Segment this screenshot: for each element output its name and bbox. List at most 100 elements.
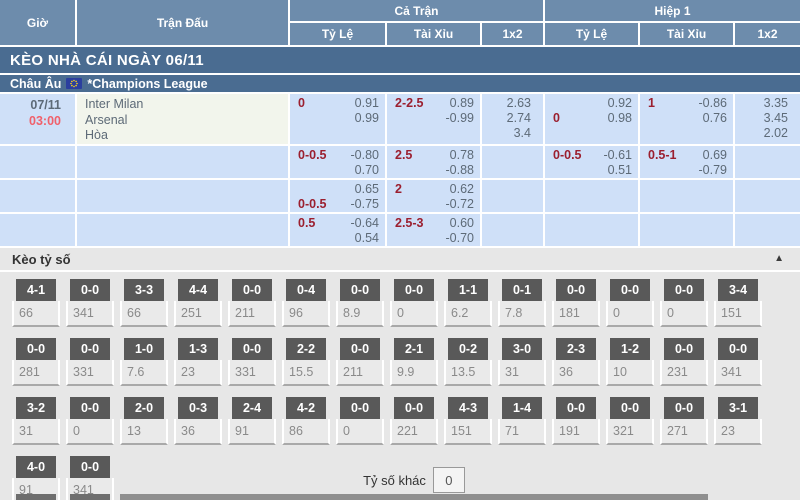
h1-1x2-cell[interactable]: 3.353.452.02 xyxy=(735,94,800,144)
score-label: 0-0 xyxy=(394,279,434,301)
score-box[interactable]: 3-231 xyxy=(12,397,60,445)
score-label: 4-1 xyxy=(16,279,56,301)
score-box[interactable]: 2-491 xyxy=(228,397,276,445)
score-label: 3-1 xyxy=(718,397,758,419)
score-label: 4-2 xyxy=(286,397,326,419)
score-box[interactable]: 3-123 xyxy=(714,397,762,445)
score-odds: 281 xyxy=(12,360,60,386)
col-header-full-time: Cả Trận xyxy=(290,0,543,21)
odds-value: 0.51 xyxy=(608,163,632,178)
league-bar[interactable]: Châu Âu *Champions League xyxy=(0,75,800,92)
score-odds: 9.9 xyxy=(390,360,438,386)
score-label: 2-3 xyxy=(556,338,596,360)
team-name: Inter Milan xyxy=(85,97,288,113)
score-box[interactable]: 3-366 xyxy=(120,279,168,327)
score-box[interactable]: 1-471 xyxy=(498,397,546,445)
score-box[interactable]: 0-00 xyxy=(336,397,384,445)
score-box[interactable]: 1-16.2 xyxy=(444,279,492,327)
score-box[interactable]: 0-0191 xyxy=(552,397,600,445)
ft-over-under-cell[interactable]: 2-2.50.89-0.99 xyxy=(387,94,480,144)
h1-handicap-cell[interactable]: 0.9200.98 xyxy=(545,94,638,144)
score-box[interactable]: 0-00 xyxy=(606,279,654,327)
score-row: 4-1660-03413-3664-42510-02110-4960-08.90… xyxy=(12,279,800,327)
h1-over-under-cell[interactable]: 0.5-10.69-0.79 xyxy=(640,146,733,178)
score-box[interactable]: 0-0221 xyxy=(390,397,438,445)
score-box[interactable]: 2-013 xyxy=(120,397,168,445)
score-box[interactable]: 0-0271 xyxy=(660,397,708,445)
score-label: 1-1 xyxy=(448,279,488,301)
score-box[interactable]: 0-0281 xyxy=(12,338,60,386)
score-box[interactable]: 0-00 xyxy=(660,279,708,327)
ft-1x2-cell[interactable]: 2.632.743.4 xyxy=(482,94,543,144)
score-box[interactable]: 1-07.6 xyxy=(120,338,168,386)
score-box[interactable]: 0-17.8 xyxy=(498,279,546,327)
score-box[interactable]: 0-336 xyxy=(174,397,222,445)
score-odds: 15.5 xyxy=(282,360,330,386)
score-box[interactable]: 0-0341 xyxy=(66,279,114,327)
odds-value: 0.89 xyxy=(450,96,474,111)
ft-over-under-cell[interactable]: 20.62-0.72 xyxy=(387,180,480,212)
ft-handicap-cell[interactable]: 0.5-0.640.54 xyxy=(290,214,385,246)
score-label: 0-0 xyxy=(232,279,272,301)
handicap-label: 0.5 xyxy=(298,216,315,231)
score-odds: 0 xyxy=(336,419,384,445)
h1-over-under-line: 0.76 xyxy=(648,111,727,126)
score-box[interactable]: 0-0341 xyxy=(714,338,762,386)
teams-cell xyxy=(77,214,288,246)
h1-over-under-cell xyxy=(640,214,733,246)
score-label: 4-3 xyxy=(448,397,488,419)
score-box[interactable]: 2-336 xyxy=(552,338,600,386)
h1-handicap-line: 0-0.5-0.61 xyxy=(553,148,632,163)
ft-handicap-cell[interactable]: 00.910.99 xyxy=(290,94,385,144)
score-box[interactable]: 0-0321 xyxy=(606,397,654,445)
partial-score-box xyxy=(70,494,110,500)
score-box[interactable]: 2-19.9 xyxy=(390,338,438,386)
odds-value: 0.98 xyxy=(608,111,632,126)
score-box[interactable]: 3-031 xyxy=(498,338,546,386)
score-box[interactable]: 0-0181 xyxy=(552,279,600,327)
score-box[interactable]: 0-0331 xyxy=(228,338,276,386)
time-cell xyxy=(0,146,75,178)
score-box[interactable]: 2-215.5 xyxy=(282,338,330,386)
score-box[interactable]: 0-213.5 xyxy=(444,338,492,386)
score-box[interactable]: 0-00 xyxy=(390,279,438,327)
correct-score-section: Kèo tỷ số ▲ 4-1660-03413-3664-42510-0211… xyxy=(0,248,800,500)
eu-flag-icon xyxy=(66,78,82,89)
score-box[interactable]: 0-0211 xyxy=(228,279,276,327)
score-box[interactable]: 4-286 xyxy=(282,397,330,445)
score-box[interactable]: 1-323 xyxy=(174,338,222,386)
chevron-up-icon[interactable]: ▲ xyxy=(774,254,784,264)
score-odds: 251 xyxy=(174,301,222,327)
h1-1x2-cell xyxy=(735,214,800,246)
col-header-h1-overunder: Tài Xỉu xyxy=(640,23,733,45)
ft-over-under-cell[interactable]: 2.5-30.60-0.70 xyxy=(387,214,480,246)
score-box[interactable]: 0-0331 xyxy=(66,338,114,386)
score-box[interactable]: 4-3151 xyxy=(444,397,492,445)
score-box[interactable]: 0-0211 xyxy=(336,338,384,386)
odds-value: 0.76 xyxy=(703,111,727,126)
ft-handicap-cell[interactable]: 0-0.5-0.800.70 xyxy=(290,146,385,178)
score-box[interactable]: 4-4251 xyxy=(174,279,222,327)
score-label: 0-0 xyxy=(610,279,650,301)
handicap-label: 2 xyxy=(395,182,402,197)
ft-over-under-cell[interactable]: 2.50.78-0.88 xyxy=(387,146,480,178)
score-box[interactable]: 0-0231 xyxy=(660,338,708,386)
h1-over-under-cell[interactable]: 1-0.860.76 xyxy=(640,94,733,144)
score-odds: 0 xyxy=(606,301,654,327)
score-box[interactable]: 0-496 xyxy=(282,279,330,327)
score-box[interactable]: 3-4151 xyxy=(714,279,762,327)
time-cell: 07/1103:00 xyxy=(0,94,75,144)
col-header-h1-1x2: 1x2 xyxy=(735,23,800,45)
score-box[interactable]: 1-210 xyxy=(606,338,654,386)
score-odds: 36 xyxy=(174,419,222,445)
time-cell xyxy=(0,214,75,246)
score-odds: 0 xyxy=(390,301,438,327)
score-odds: 31 xyxy=(12,419,60,445)
score-label: 2-0 xyxy=(124,397,164,419)
score-box[interactable]: 0-00 xyxy=(66,397,114,445)
score-box[interactable]: 0-08.9 xyxy=(336,279,384,327)
h1-handicap-cell[interactable]: 0-0.5-0.610.51 xyxy=(545,146,638,178)
score-box[interactable]: 4-166 xyxy=(12,279,60,327)
ft-handicap-cell[interactable]: 0.650-0.5-0.75 xyxy=(290,180,385,212)
other-score-input[interactable] xyxy=(433,467,465,493)
